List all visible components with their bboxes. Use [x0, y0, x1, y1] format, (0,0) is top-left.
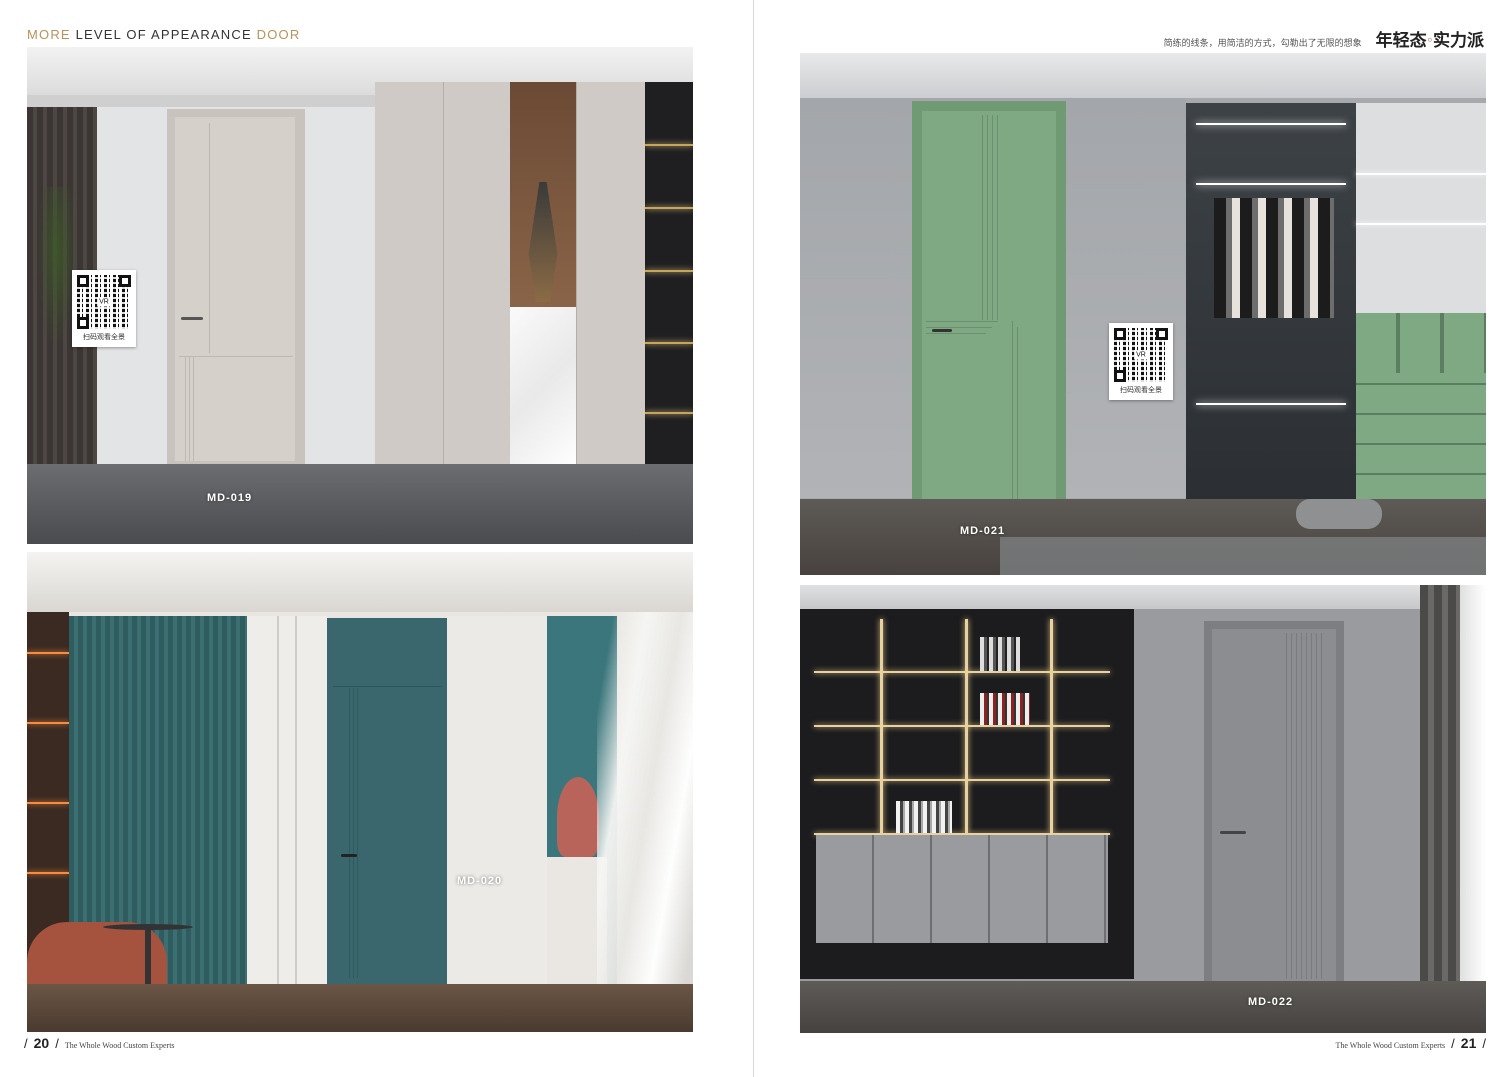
- header-word-more: MORE: [27, 27, 71, 42]
- right-page: 简练的线条，用简洁的方式，勾勒出了无限的想象 年轻态◦实力派 MD-021 VR…: [754, 0, 1508, 1077]
- photo-md-020: MD-020: [27, 552, 693, 1032]
- door-handle: [341, 854, 357, 857]
- floor: [27, 464, 693, 544]
- page-number: 20: [33, 1035, 50, 1051]
- photo-md-021: MD-021: [800, 53, 1486, 575]
- hanging-clothes: [1214, 198, 1334, 318]
- ceiling: [800, 53, 1486, 98]
- door-handle: [932, 329, 952, 332]
- dark-shelving: [645, 82, 693, 467]
- qr-vr-badge: VR: [1134, 350, 1148, 360]
- footer-text: The Whole Wood Custom Experts: [64, 1041, 175, 1050]
- floor: [800, 981, 1486, 1033]
- right-page-header: 简练的线条，用简洁的方式，勾勒出了无限的想象 年轻态◦实力派: [1164, 26, 1484, 51]
- green-drawers: [1356, 373, 1486, 503]
- slogan-part1: 年轻态: [1375, 31, 1427, 51]
- ceiling: [27, 552, 693, 612]
- white-wall: [247, 616, 327, 986]
- qr-caption: 扫码观看全景: [1120, 386, 1162, 394]
- door-md-020: [327, 618, 447, 984]
- door-md-019: [167, 109, 305, 465]
- grey-cabinets: [816, 835, 1108, 943]
- vr-qr-code-left[interactable]: VR 扫码观看全景: [72, 270, 136, 347]
- model-label-md-022: MD-022: [1248, 996, 1294, 1008]
- qr-caption: 扫码观看全景: [83, 333, 125, 341]
- door-md-021: [912, 101, 1066, 501]
- door-md-022: [1204, 621, 1344, 981]
- red-sculpture: [557, 777, 599, 857]
- header-slogan: 年轻态◦实力派: [1376, 26, 1484, 51]
- tall-cabinet: [375, 82, 645, 467]
- left-footer: / 20 / The Whole Wood Custom Experts: [24, 1035, 175, 1051]
- door-leaf: [922, 111, 1056, 501]
- page-number: 21: [1460, 1035, 1477, 1051]
- slogan-part2: 实力派: [1433, 31, 1484, 51]
- door-handle: [181, 317, 203, 320]
- header-tagline: 简练的线条，用简洁的方式，勾勒出了无限的想象: [1163, 39, 1362, 49]
- door-handle: [1220, 831, 1246, 834]
- header-word-door: DOOR: [256, 27, 301, 42]
- floor: [27, 984, 693, 1032]
- books: [980, 693, 1030, 725]
- left-page-header: MORE LEVEL OF APPEARANCE DOOR: [27, 27, 300, 42]
- right-footer: The Whole Wood Custom Experts / 21 /: [1335, 1035, 1486, 1051]
- photo-md-022: MD-022: [800, 585, 1486, 1033]
- open-shelving: [1356, 103, 1486, 503]
- glass-wardrobe: [1186, 103, 1356, 503]
- model-label-md-021: MD-021: [960, 525, 1006, 537]
- marble-block: [510, 307, 576, 467]
- plant: [37, 187, 77, 347]
- green-cubbies: [1356, 313, 1486, 373]
- footer-text: The Whole Wood Custom Experts: [1335, 1041, 1446, 1050]
- books: [980, 637, 1020, 671]
- bookshelf: [800, 609, 1134, 979]
- model-label-md-019: MD-019: [207, 492, 253, 504]
- model-label-md-020: MD-020: [457, 875, 503, 887]
- books: [896, 801, 952, 833]
- header-word-level: LEVEL OF APPEARANCE: [75, 27, 252, 42]
- cushion: [1296, 499, 1382, 529]
- rug: [1000, 537, 1486, 575]
- light-wall: [447, 616, 547, 986]
- vr-qr-code-right[interactable]: VR 扫码观看全景: [1109, 323, 1173, 400]
- ceiling: [800, 585, 1486, 609]
- curtain: [597, 612, 693, 1032]
- left-page: MORE LEVEL OF APPEARANCE DOOR MD-019 VR …: [0, 0, 754, 1077]
- qr-vr-badge: VR: [97, 297, 111, 307]
- window-light: [1460, 585, 1486, 985]
